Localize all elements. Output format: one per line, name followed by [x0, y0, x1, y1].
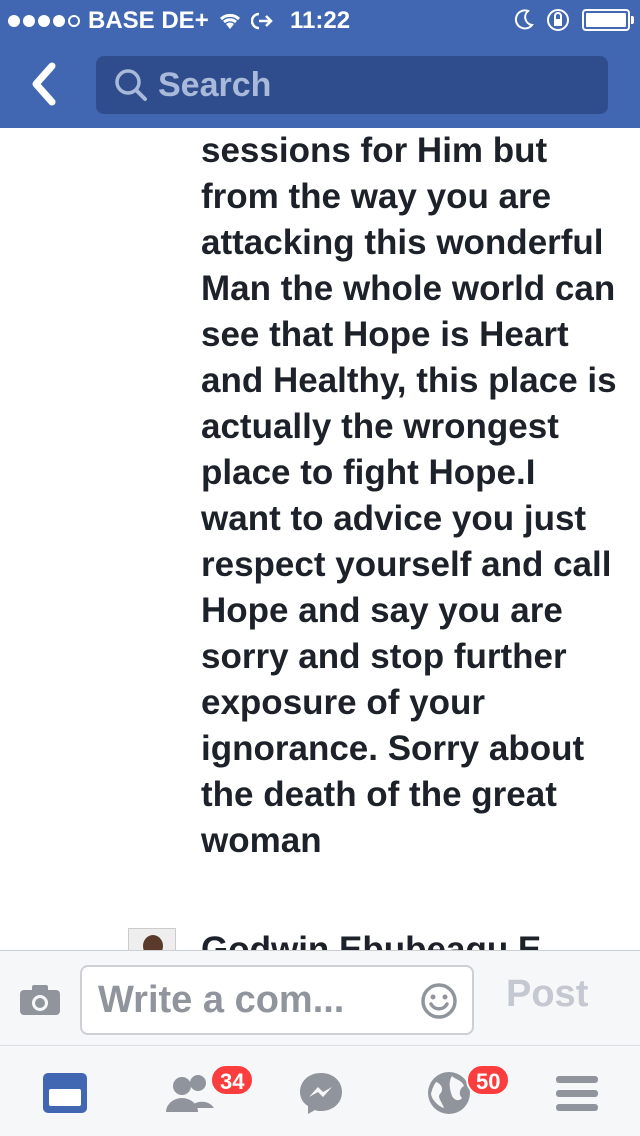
avatar[interactable] — [128, 928, 176, 950]
search-placeholder: Search — [158, 65, 272, 104]
call-forward-icon — [250, 12, 273, 30]
comment-author-name[interactable]: Godwin Ebubeagu E — [201, 930, 541, 950]
camera-icon[interactable] — [18, 983, 62, 1017]
comment-thread: sessions for Him but from the way you ar… — [0, 128, 640, 950]
comment-input-placeholder: Write a com... — [98, 979, 345, 1021]
tab-bar: 34 50 — [0, 1046, 640, 1136]
carrier-name: BASE DE+ — [88, 7, 209, 34]
emoji-icon[interactable] — [420, 982, 458, 1020]
search-icon — [115, 69, 147, 101]
search-bar[interactable]: Search — [96, 56, 608, 114]
messenger-icon[interactable] — [296, 1068, 346, 1118]
friend-requests-badge: 34 — [210, 1064, 255, 1096]
friend-requests-icon[interactable] — [164, 1068, 214, 1118]
status-bar: BASE DE+ 11:22 — [0, 0, 640, 40]
status-right — [514, 8, 634, 32]
next-comment: Godwin Ebubeagu E — [128, 928, 640, 950]
app-header: BASE DE+ 11:22 Search — [0, 0, 640, 128]
signal-icon — [8, 15, 80, 27]
moon-icon — [514, 9, 534, 30]
news-feed-icon[interactable] — [40, 1068, 90, 1118]
notifications-badge: 50 — [466, 1064, 511, 1096]
menu-icon[interactable] — [552, 1068, 602, 1118]
back-chevron-icon[interactable] — [24, 60, 64, 108]
status-time: 11:22 — [290, 7, 351, 34]
comment-composer: Write a com... Post — [0, 950, 640, 1046]
rotation-lock-icon — [547, 9, 569, 31]
carrier-area: BASE DE+ — [8, 7, 273, 35]
comment-body: sessions for Him but from the way you ar… — [201, 131, 617, 860]
comment-input[interactable]: Write a com... — [80, 965, 474, 1035]
wifi-icon — [219, 13, 240, 29]
battery-icon — [582, 9, 634, 31]
nav-bar: Search — [0, 40, 640, 128]
post-button[interactable]: Post — [506, 973, 588, 1016]
